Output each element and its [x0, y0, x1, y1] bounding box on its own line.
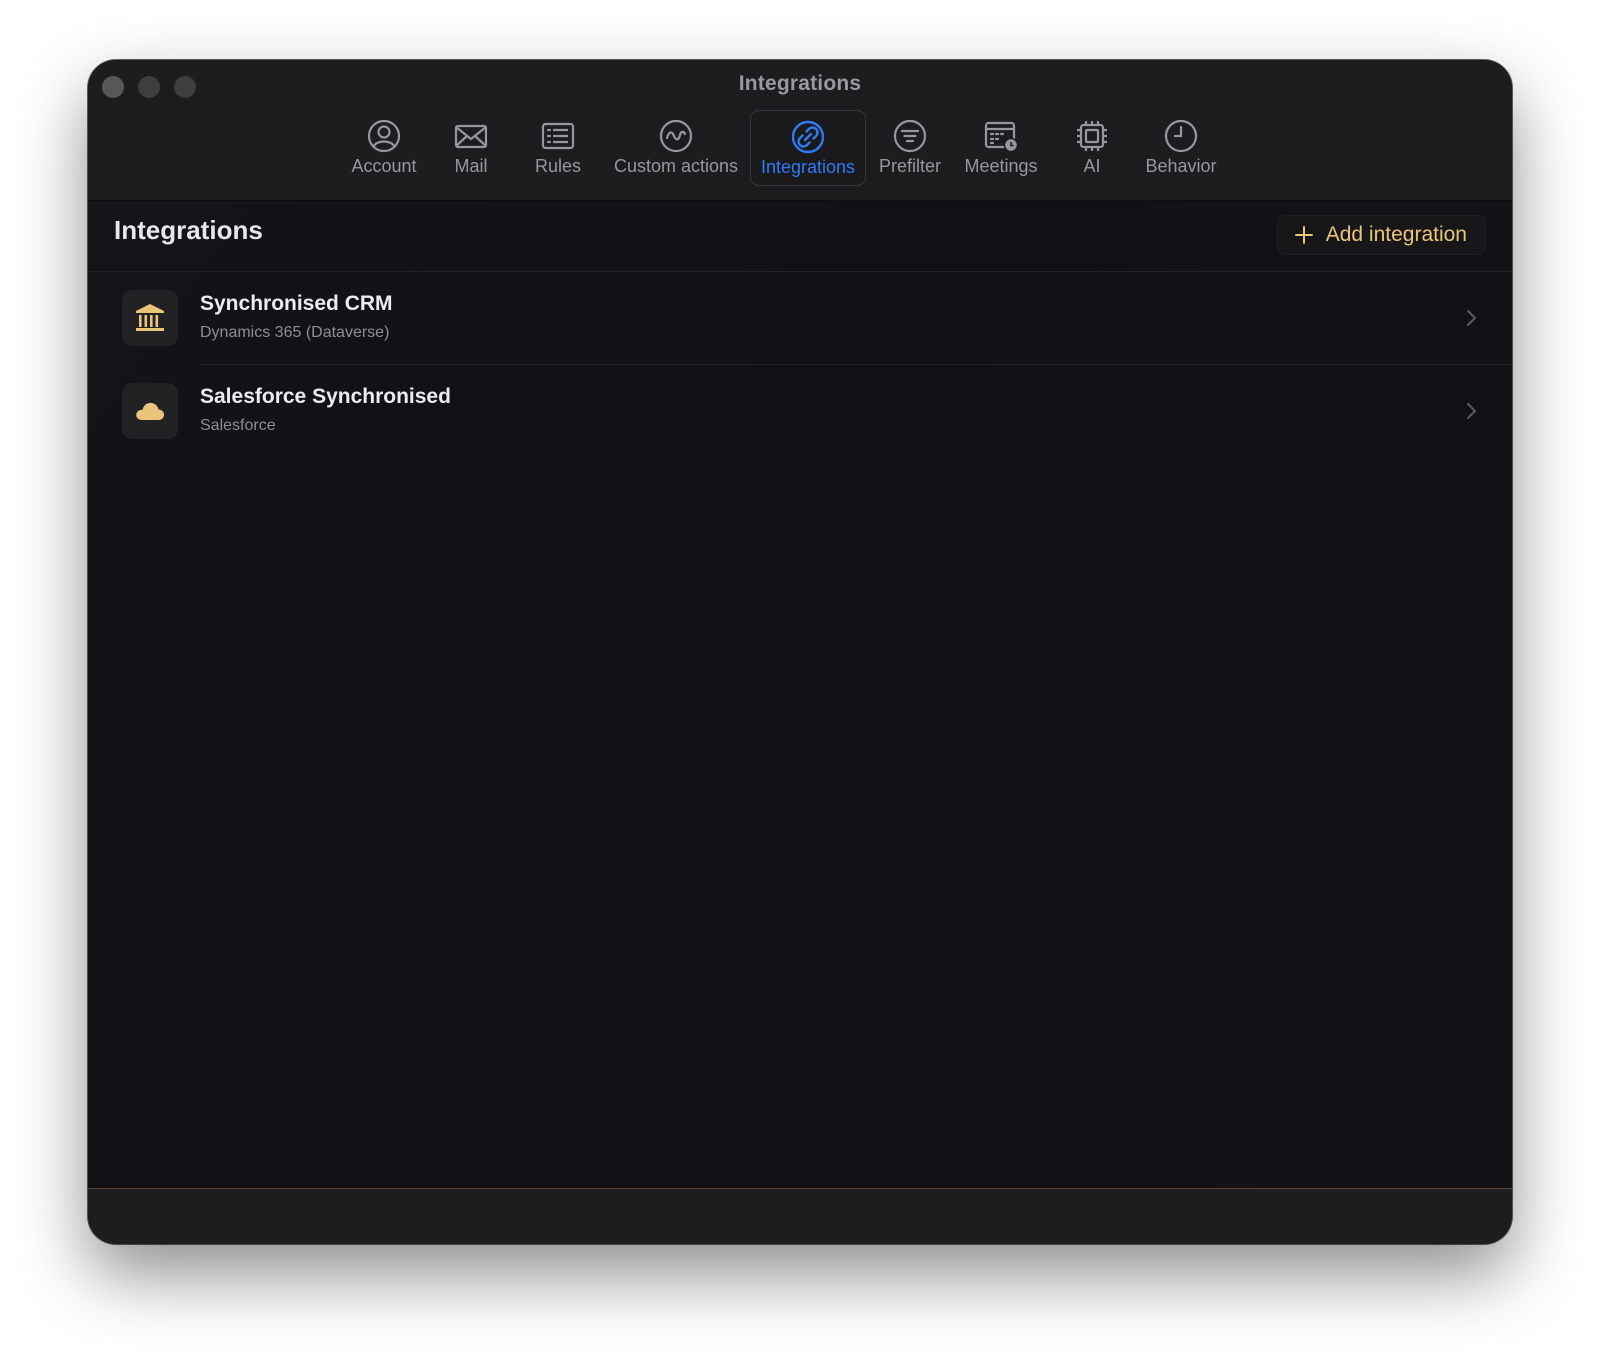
- tab-behavior[interactable]: Behavior: [1138, 110, 1224, 186]
- link-circle-icon: [790, 119, 826, 155]
- tab-integrations[interactable]: Integrations: [750, 110, 866, 186]
- tab-mail[interactable]: Mail: [438, 110, 504, 186]
- tab-ai[interactable]: AI: [1066, 110, 1118, 186]
- tab-meetings[interactable]: Meetings: [960, 110, 1042, 186]
- page-title: Integrations: [114, 215, 263, 245]
- integrations-panel: Integrations Add integration Synchronise…: [88, 201, 1512, 1201]
- waveform-circle-icon: [658, 118, 694, 154]
- plus-icon: [1294, 225, 1314, 245]
- tab-integrations-label: Integrations: [760, 157, 856, 177]
- clock-icon: [1163, 118, 1199, 154]
- tab-rules-label: Rules: [534, 156, 582, 176]
- tab-behavior-label: Behavior: [1145, 156, 1217, 176]
- window-footer: [88, 1188, 1512, 1244]
- add-integration-button[interactable]: Add integration: [1276, 215, 1486, 255]
- tab-account-label: Account: [351, 156, 417, 176]
- panel-header: Integrations Add integration: [88, 201, 1512, 272]
- integrations-list: Synchronised CRM Dynamics 365 (Dataverse…: [88, 272, 1512, 458]
- integration-badge: [122, 290, 178, 346]
- title-bar: Integrations Account Mail Rules Custom a…: [88, 60, 1512, 200]
- list-item[interactable]: Synchronised CRM Dynamics 365 (Dataverse…: [88, 272, 1512, 365]
- tab-rules[interactable]: Rules: [524, 110, 592, 186]
- calendar-clock-icon: [983, 118, 1019, 154]
- tab-mail-label: Mail: [454, 156, 488, 176]
- settings-toolbar: Account Mail Rules Custom actions Integr…: [88, 110, 1512, 188]
- tab-meetings-label: Meetings: [964, 156, 1038, 176]
- cloud-icon: [133, 394, 167, 428]
- tab-prefilter[interactable]: Prefilter: [872, 110, 948, 186]
- filter-circle-icon: [892, 118, 928, 154]
- integration-title: Salesforce Synchronised: [200, 385, 451, 408]
- person-circle-icon: [366, 118, 402, 154]
- tab-ai-label: AI: [1083, 156, 1101, 176]
- cpu-icon: [1074, 118, 1110, 154]
- settings-window: Integrations Account Mail Rules Custom a…: [88, 60, 1512, 1244]
- tab-account[interactable]: Account: [342, 110, 426, 186]
- list-item[interactable]: Salesforce Synchronised Salesforce: [88, 365, 1512, 458]
- tab-prefilter-label: Prefilter: [878, 156, 941, 176]
- integration-subtitle: Dynamics 365 (Dataverse): [200, 324, 390, 341]
- window-title: Integrations: [738, 72, 862, 95]
- tab-custom-actions-label: Custom actions: [613, 156, 739, 176]
- list-icon: [540, 118, 576, 154]
- integration-title: Synchronised CRM: [200, 292, 393, 315]
- tab-custom-actions[interactable]: Custom actions: [608, 110, 744, 186]
- integration-subtitle: Salesforce: [200, 417, 276, 434]
- chevron-right-icon: [1464, 308, 1478, 328]
- chevron-right-icon: [1464, 401, 1478, 421]
- envelope-icon: [453, 118, 489, 154]
- add-integration-label: Add integration: [1325, 223, 1467, 246]
- bank-building-icon: [133, 301, 167, 335]
- integration-badge: [122, 383, 178, 439]
